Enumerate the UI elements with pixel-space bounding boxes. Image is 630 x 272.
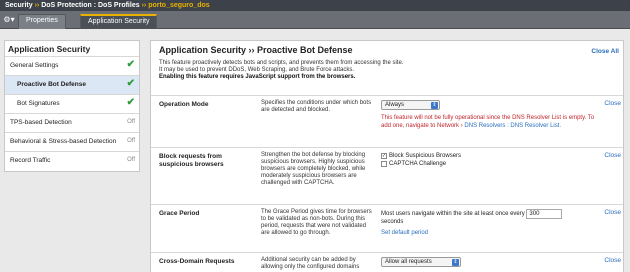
checkmark-icon: ✔ (126, 59, 135, 70)
row-block-suspicious: Block requests from suspicious browsers … (151, 147, 623, 204)
sidebar-item-label: General Settings (10, 62, 59, 69)
sidebar-item-behavioral-detection[interactable]: Behavioral & Stress-based Detection Off (5, 132, 139, 151)
row-label: Grace Period (159, 210, 200, 217)
intro-line: It may be used to prevent DDoS, Web Scra… (159, 67, 354, 73)
seconds-label: seconds (381, 219, 404, 225)
sidebar-item-label: Record Traffic (10, 157, 51, 164)
intro-line-bold: Enabling this feature requires JavaScrip… (159, 74, 356, 80)
breadcrumb-dos-profiles[interactable]: DoS Protection : DoS Profiles (41, 2, 139, 9)
checkmark-icon: ✔ (126, 97, 135, 108)
tab-properties[interactable]: Properties (18, 14, 66, 29)
operation-mode-select[interactable]: Always ⇕ (381, 100, 440, 110)
row-control: Allow all requests ⇕ (381, 257, 596, 267)
status-badge: Off (127, 138, 135, 144)
dropdown-arrow-icon: ⇕ (452, 259, 459, 266)
dropdown-arrow-icon: ⇕ (431, 102, 438, 109)
row-label: Block requests from suspicious browsers (159, 153, 224, 168)
status-badge: Off (127, 157, 135, 163)
sidebar: Application Security General Settings ✔ … (4, 40, 140, 172)
close-link[interactable]: Close (604, 257, 621, 264)
status-badge: Off (127, 119, 135, 125)
intro-text: This feature proactively detects bots an… (159, 60, 499, 81)
gear-icon[interactable]: ⚙▾ (1, 13, 17, 27)
grace-period-input[interactable]: 300 (526, 209, 563, 219)
warning-text: This feature will not be fully operation… (381, 115, 595, 129)
row-description: Additional security can be added by allo… (261, 257, 360, 270)
sidebar-item-tps-detection[interactable]: TPS-based Detection Off (5, 113, 139, 132)
sidebar-title: Application Security (8, 44, 91, 54)
breadcrumb-separator: ›› (141, 2, 147, 9)
sidebar-item-label: Bot Signatures (17, 100, 60, 107)
row-cross-domain: Cross-Domain Requests Additional securit… (151, 252, 623, 272)
row-label: Operation Mode (159, 101, 209, 108)
tab-bar: ⚙▾ Properties Application Security (0, 11, 630, 29)
set-default-period-link[interactable]: Set default period (381, 230, 596, 237)
row-description: Specifies the conditions under which bot… (261, 100, 372, 113)
sidebar-item-label: Proactive Bot Defense (17, 81, 86, 88)
dns-resolver-link[interactable]: DNS Resolvers : DNS Resolver List. (464, 123, 561, 129)
cross-domain-select[interactable]: Allow all requests ⇕ (381, 257, 461, 267)
row-grace-period: Grace Period The Grace Period gives time… (151, 204, 623, 252)
checkbox-icon (381, 161, 387, 167)
row-control: ✓ Block Suspicious Browsers CAPTCHA Chal… (381, 152, 596, 168)
block-suspicious-checkbox[interactable]: ✓ Block Suspicious Browsers (381, 152, 596, 160)
close-link[interactable]: Close (604, 152, 621, 159)
sidebar-item-general-settings[interactable]: General Settings ✔ (5, 56, 139, 75)
row-description: The Grace Period gives time for browsers… (261, 209, 372, 236)
checkmark-icon: ✔ (126, 78, 135, 89)
row-description: Strengthen the bot defense by blocking s… (261, 152, 366, 186)
row-control: Always ⇕ This feature will not be fully … (381, 100, 596, 130)
close-link[interactable]: Close (604, 209, 621, 216)
page-title: Application Security ›› Proactive Bot De… (159, 45, 353, 55)
breadcrumb-current: porto_seguro_dos (148, 2, 210, 9)
sidebar-item-proactive-bot-defense[interactable]: Proactive Bot Defense ✔ (5, 75, 139, 94)
row-control: Most users navigate within the site at l… (381, 209, 596, 237)
sidebar-item-label: TPS-based Detection (10, 119, 72, 126)
tab-application-security[interactable]: Application Security (80, 14, 158, 29)
sidebar-item-label: Behavioral & Stress-based Detection (10, 138, 117, 145)
breadcrumb-separator: ›› (34, 2, 40, 9)
main-panel: Application Security ›› Proactive Bot De… (150, 40, 624, 272)
intro-line: This feature proactively detects bots an… (159, 60, 404, 66)
row-label: Cross-Domain Requests (159, 258, 235, 265)
close-link[interactable]: Close (604, 100, 621, 107)
row-operation-mode: Operation Mode Specifies the conditions … (151, 95, 623, 147)
breadcrumb-security[interactable]: Security (5, 2, 33, 9)
checkbox-checked-icon: ✓ (381, 153, 387, 159)
grace-period-text: Most users navigate within the site at l… (381, 209, 596, 219)
close-all-link[interactable]: Close All (591, 48, 619, 55)
sidebar-item-bot-signatures[interactable]: Bot Signatures ✔ (5, 94, 139, 113)
sidebar-item-record-traffic[interactable]: Record Traffic Off (5, 151, 139, 170)
breadcrumb: Security ›› DoS Protection : DoS Profile… (0, 0, 630, 11)
captcha-checkbox[interactable]: CAPTCHA Challenge (381, 160, 596, 168)
